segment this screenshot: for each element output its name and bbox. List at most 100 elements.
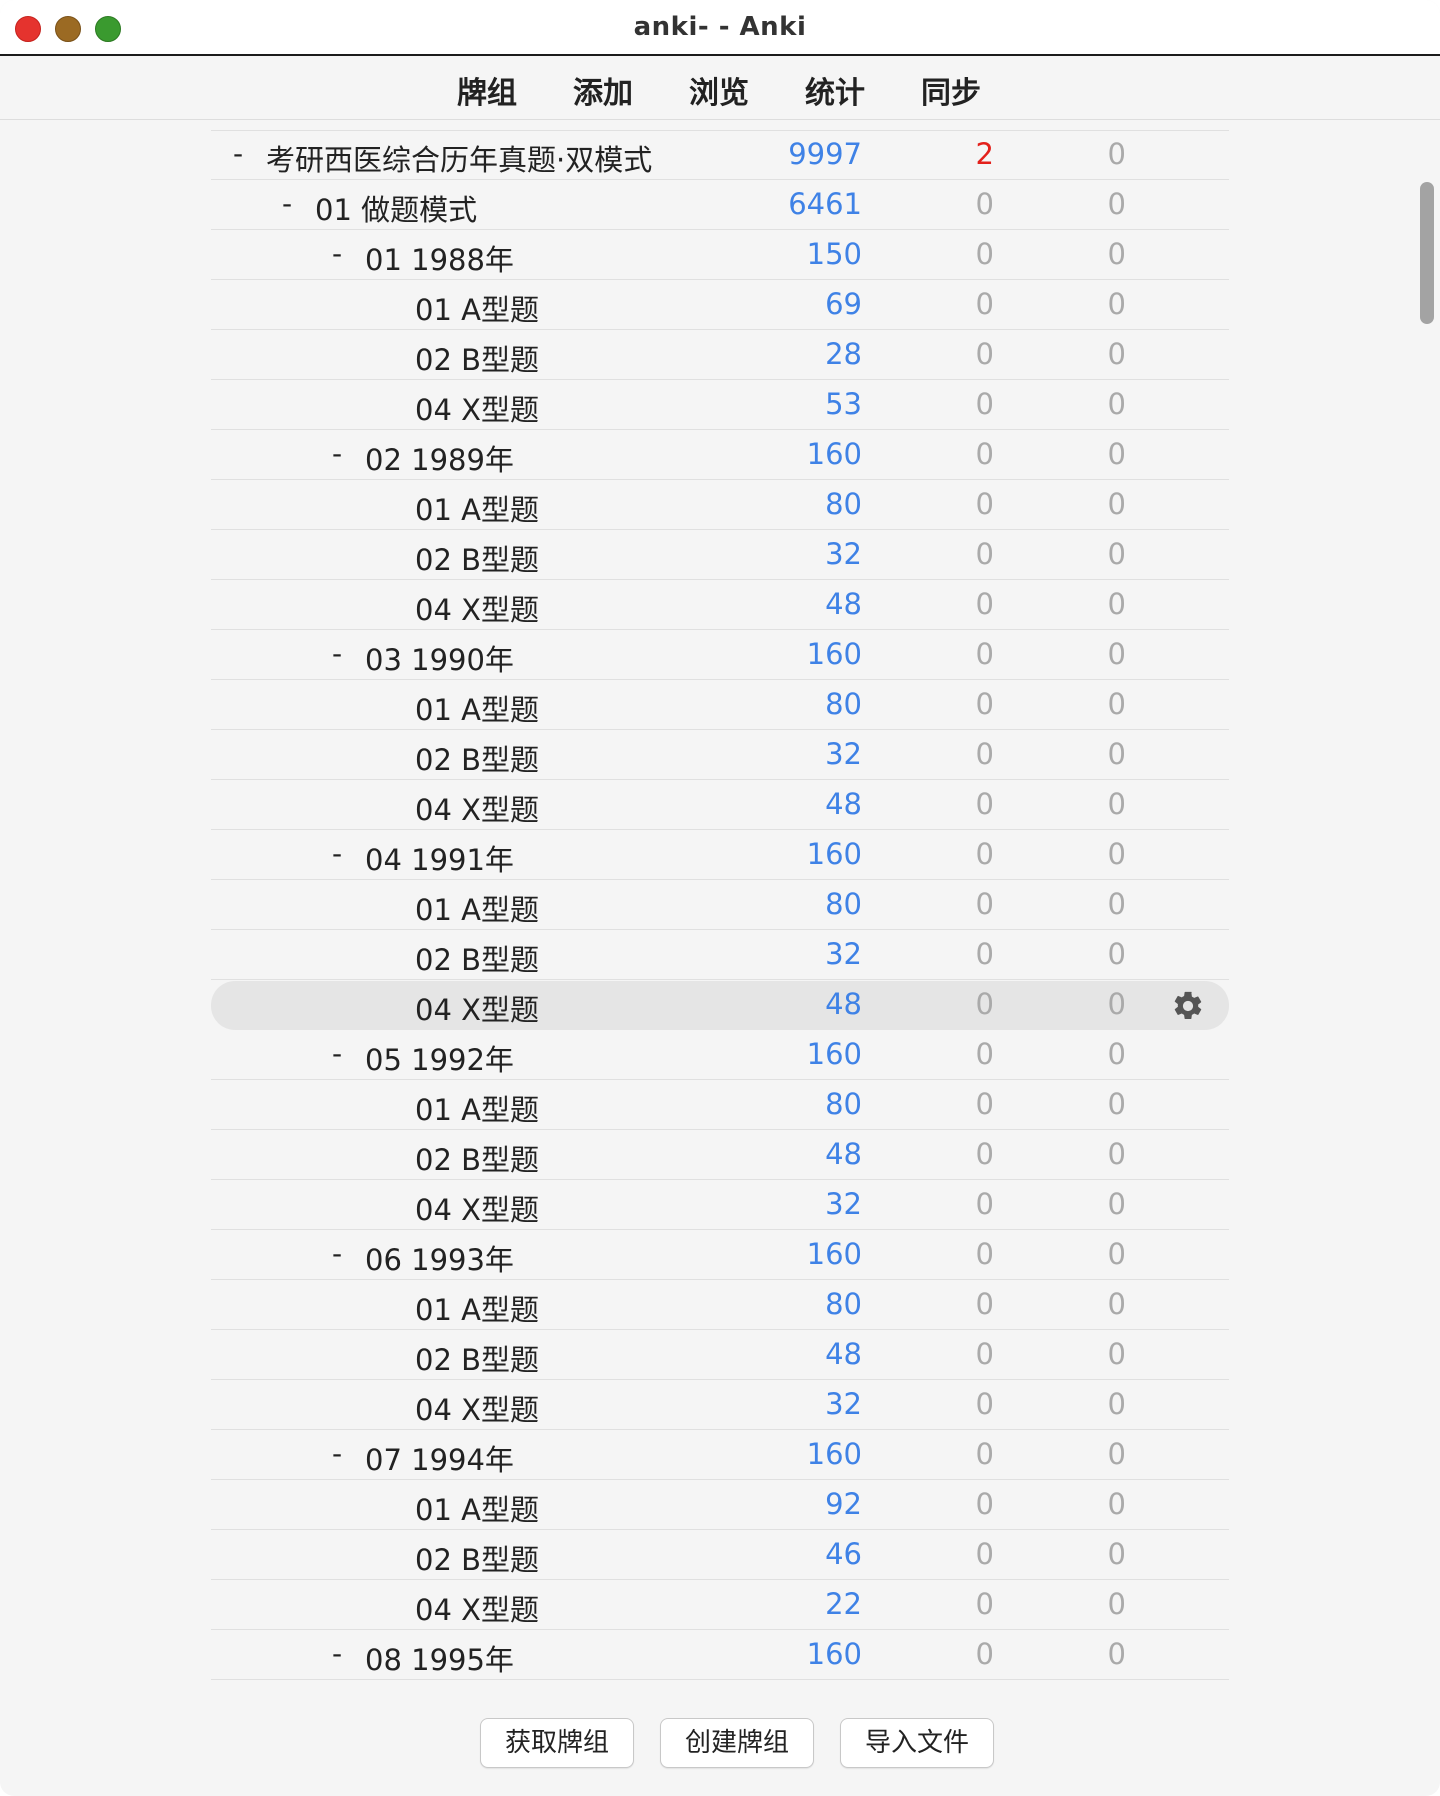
deck-name[interactable]: 01 A型题 bbox=[415, 1487, 539, 1529]
deck-name[interactable]: 02 B型题 bbox=[415, 1337, 539, 1379]
learning-count: 0 bbox=[975, 1487, 994, 1521]
collapse-toggle[interactable]: - bbox=[332, 1637, 342, 1670]
due-count: 48 bbox=[825, 587, 862, 621]
collapse-toggle[interactable]: - bbox=[282, 187, 292, 220]
deck-name[interactable]: 05 1992年 bbox=[365, 1037, 514, 1079]
import-file-button[interactable]: 导入文件 bbox=[840, 1718, 994, 1768]
deck-row[interactable]: 04 X型题 32 0 0 bbox=[211, 1381, 1229, 1430]
deck-row[interactable]: - 考研西医综合历年真题·双模式 9997 2 0 bbox=[211, 130, 1229, 180]
collapse-toggle[interactable]: - bbox=[332, 1037, 342, 1070]
get-shared-decks-button[interactable]: 获取牌组 bbox=[480, 1718, 634, 1768]
deck-row[interactable]: 02 B型题 32 0 0 bbox=[211, 931, 1229, 980]
deck-name[interactable]: 02 B型题 bbox=[415, 1137, 539, 1179]
deck-row[interactable]: 02 B型题 32 0 0 bbox=[211, 731, 1229, 780]
vertical-scrollbar[interactable] bbox=[1420, 182, 1434, 324]
toolbar-add[interactable]: 添加 bbox=[573, 68, 633, 112]
deck-row[interactable]: -03 1990年 160 0 0 bbox=[211, 631, 1229, 680]
deck-name[interactable]: 02 B型题 bbox=[415, 337, 539, 379]
deck-name[interactable]: 03 1990年 bbox=[365, 637, 514, 679]
deck-name[interactable]: 01 做题模式 bbox=[315, 187, 477, 229]
new-count: 0 bbox=[1107, 1587, 1126, 1621]
deck-row[interactable]: 01 A型题 69 0 0 bbox=[211, 281, 1229, 330]
collapse-toggle[interactable]: - bbox=[332, 237, 342, 270]
new-count: 0 bbox=[1107, 737, 1126, 771]
deck-name[interactable]: 04 X型题 bbox=[415, 1187, 539, 1229]
deck-name[interactable]: 02 1989年 bbox=[365, 437, 514, 479]
deck-row[interactable]: 04 X型题 48 0 0 bbox=[211, 581, 1229, 630]
deck-name[interactable]: 02 B型题 bbox=[415, 937, 539, 979]
deck-row[interactable]: 04 X型题 22 0 0 bbox=[211, 1581, 1229, 1630]
collapse-toggle[interactable]: - bbox=[332, 637, 342, 670]
deck-row[interactable]: 02 B型题 48 0 0 bbox=[211, 1131, 1229, 1180]
due-count: 32 bbox=[825, 1187, 862, 1221]
deck-name[interactable]: 01 A型题 bbox=[415, 487, 539, 529]
due-count: 48 bbox=[825, 1137, 862, 1171]
deck-name[interactable]: 01 A型题 bbox=[415, 1287, 539, 1329]
deck-row[interactable]: -01 做题模式 6461 0 0 bbox=[211, 181, 1229, 230]
collapse-toggle[interactable]: - bbox=[332, 437, 342, 470]
gear-icon[interactable] bbox=[1171, 989, 1205, 1023]
deck-name[interactable]: 04 1991年 bbox=[365, 837, 514, 879]
learning-count: 0 bbox=[975, 1537, 994, 1571]
deck-row[interactable]: 04 X型题 48 0 0 bbox=[211, 781, 1229, 830]
deck-row[interactable]: 01 A型题 80 0 0 bbox=[211, 481, 1229, 530]
deck-name[interactable]: 07 1994年 bbox=[365, 1437, 514, 1479]
due-count: 160 bbox=[806, 1237, 862, 1271]
toolbar-sync[interactable]: 同步 bbox=[921, 68, 981, 112]
new-count: 0 bbox=[1107, 1137, 1126, 1171]
deck-list: - 考研西医综合历年真题·双模式 9997 2 0-01 做题模式 6461 0 0-01 1… bbox=[211, 130, 1229, 1690]
deck-row[interactable]: -05 1992年 160 0 0 bbox=[211, 1031, 1229, 1080]
deck-row[interactable]: 04 X型题 48 0 0 bbox=[211, 981, 1229, 1030]
toolbar-decks[interactable]: 牌组 bbox=[457, 68, 517, 112]
learning-count: 0 bbox=[894, 1687, 994, 1690]
deck-name[interactable]: 04 X型题 bbox=[415, 587, 539, 629]
learning-count: 0 bbox=[975, 1237, 994, 1271]
deck-name[interactable]: 01 A型题 bbox=[415, 287, 539, 329]
deck-row[interactable]: 01 A型题 92 0 0 bbox=[211, 1681, 1229, 1690]
deck-row[interactable]: -06 1993年 160 0 0 bbox=[211, 1231, 1229, 1280]
deck-row[interactable]: 01 A型题 80 0 0 bbox=[211, 1081, 1229, 1130]
deck-name[interactable]: 01 A型题 bbox=[415, 1087, 539, 1129]
deck-row[interactable]: 01 A型题 80 0 0 bbox=[211, 681, 1229, 730]
create-deck-button[interactable]: 创建牌组 bbox=[660, 1718, 814, 1768]
deck-row[interactable]: 01 A型题 80 0 0 bbox=[211, 881, 1229, 930]
toolbar-stats[interactable]: 统计 bbox=[805, 68, 865, 112]
deck-row[interactable]: -07 1994年 160 0 0 bbox=[211, 1431, 1229, 1480]
deck-row[interactable]: 04 X型题 32 0 0 bbox=[211, 1181, 1229, 1230]
deck-row[interactable]: -01 1988年 150 0 0 bbox=[211, 231, 1229, 280]
deck-name[interactable]: 01 A型题 bbox=[415, 887, 539, 929]
deck-row[interactable]: -04 1991年 160 0 0 bbox=[211, 831, 1229, 880]
deck-row[interactable]: 02 B型题 28 0 0 bbox=[211, 331, 1229, 380]
collapse-toggle[interactable]: - bbox=[332, 837, 342, 870]
deck-name[interactable]: 04 X型题 bbox=[415, 1587, 539, 1629]
deck-row[interactable]: 02 B型题 46 0 0 bbox=[211, 1531, 1229, 1580]
deck-row[interactable]: -02 1989年 160 0 0 bbox=[211, 431, 1229, 480]
deck-name[interactable]: 04 X型题 bbox=[415, 1387, 539, 1429]
deck-name[interactable]: 04 X型题 bbox=[415, 787, 539, 829]
deck-name[interactable]: 04 X型题 bbox=[415, 987, 539, 1029]
collapse-toggle[interactable]: - bbox=[332, 1237, 342, 1270]
deck-name[interactable]: 08 1995年 bbox=[365, 1637, 514, 1679]
collapse-toggle[interactable]: - bbox=[233, 137, 243, 170]
due-count: 48 bbox=[825, 987, 862, 1021]
deck-row[interactable]: 01 A型题 92 0 0 bbox=[211, 1481, 1229, 1530]
deck-name[interactable]: 02 B型题 bbox=[415, 737, 539, 779]
due-count: 32 bbox=[825, 737, 862, 771]
learning-count: 0 bbox=[975, 387, 994, 421]
deck-name[interactable]: 01 A型题 bbox=[415, 1687, 539, 1690]
deck-name[interactable]: 04 X型题 bbox=[415, 387, 539, 429]
learning-count: 0 bbox=[975, 637, 994, 671]
deck-name[interactable]: 02 B型题 bbox=[415, 1537, 539, 1579]
deck-row[interactable]: 02 B型题 48 0 0 bbox=[211, 1331, 1229, 1380]
deck-name[interactable]: 06 1993年 bbox=[365, 1237, 514, 1279]
deck-row[interactable]: 04 X型题 53 0 0 bbox=[211, 381, 1229, 430]
deck-row[interactable]: 02 B型题 32 0 0 bbox=[211, 531, 1229, 580]
deck-name[interactable]: 01 1988年 bbox=[365, 237, 514, 279]
deck-name[interactable]: 02 B型题 bbox=[415, 537, 539, 579]
deck-row[interactable]: -08 1995年 160 0 0 bbox=[211, 1631, 1229, 1680]
collapse-toggle[interactable]: - bbox=[332, 1437, 342, 1470]
deck-name[interactable]: 考研西医综合历年真题·双模式 bbox=[266, 137, 652, 179]
toolbar-browse[interactable]: 浏览 bbox=[689, 68, 749, 112]
deck-name[interactable]: 01 A型题 bbox=[415, 687, 539, 729]
deck-row[interactable]: 01 A型题 80 0 0 bbox=[211, 1281, 1229, 1330]
